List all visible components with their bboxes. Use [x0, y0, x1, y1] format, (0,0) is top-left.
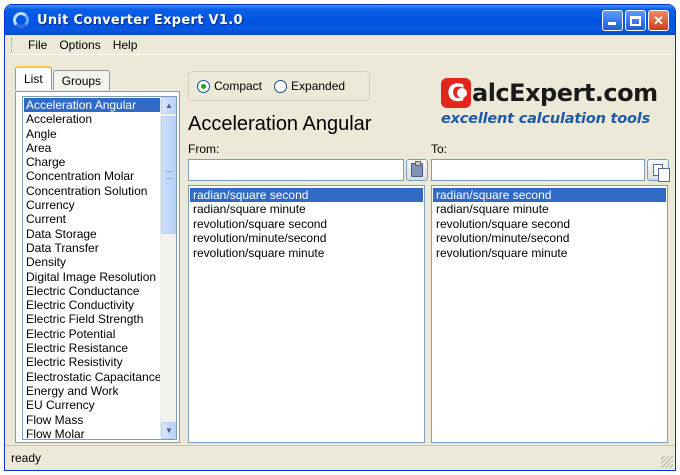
maximize-icon: [630, 15, 641, 26]
from-unit-item[interactable]: radian/square minute: [190, 202, 423, 216]
logo-wordmark: C alcExpert.com: [441, 78, 671, 108]
category-scrollbar[interactable]: ▲ ▼: [160, 97, 176, 439]
category-list-item[interactable]: EU Currency: [24, 398, 161, 412]
logo-c-mark: C: [441, 78, 471, 108]
calcexpert-logo[interactable]: C alcExpert.com excellent calculation to…: [441, 78, 671, 138]
to-unit-item[interactable]: revolution/minute/second: [433, 231, 666, 245]
minimize-icon: [608, 22, 616, 25]
from-label: From:: [188, 142, 220, 156]
category-list-item[interactable]: Flow Molar: [24, 427, 161, 439]
expanded-radio[interactable]: Expanded: [274, 79, 345, 93]
to-unit-item[interactable]: radian/square second: [433, 188, 666, 203]
category-list-item[interactable]: Concentration Molar: [24, 169, 161, 183]
category-list-item[interactable]: Electric Resistance: [24, 341, 161, 355]
category-list-item[interactable]: Electrostatic Capacitance: [24, 370, 161, 384]
category-list-item[interactable]: Current: [24, 212, 161, 226]
category-list-item[interactable]: Electric Field Strength: [24, 312, 161, 326]
title-bar[interactable]: Unit Converter Expert V1.0 ✕: [5, 5, 675, 35]
category-list-item[interactable]: Flow Mass: [24, 413, 161, 427]
tab-groups[interactable]: Groups: [52, 70, 111, 90]
compact-radio[interactable]: Compact: [197, 79, 262, 93]
window-title: Unit Converter Expert V1.0: [37, 12, 243, 28]
menu-options[interactable]: Options: [53, 38, 106, 52]
category-list-item[interactable]: Electric Conductance: [24, 284, 161, 298]
menu-grip: [11, 37, 14, 52]
compact-radio-label: Compact: [214, 79, 263, 93]
to-label: To:: [431, 142, 448, 156]
tab-list[interactable]: List: [15, 66, 52, 90]
radio-selected-dot: [201, 83, 206, 89]
chevron-down-icon: ▼: [165, 426, 173, 435]
copy-icon: [653, 164, 670, 182]
resize-grip[interactable]: [661, 456, 673, 468]
category-rows: Acceleration Angular Acceleration Angle Are…: [24, 98, 161, 439]
from-unit-rows: radian/square second radian/square minute…: [189, 186, 424, 260]
from-unit-item[interactable]: revolution/square minute: [190, 246, 423, 260]
menu-bar: File Options Help: [5, 35, 675, 55]
list-tab-panel: Acceleration Angular Acceleration Angle Are…: [15, 91, 180, 443]
to-unit-rows: radian/square second radian/square minute…: [432, 186, 667, 260]
expanded-radio-label: Expanded: [291, 79, 346, 93]
window-controls: ✕: [602, 10, 669, 31]
status-bar: ready: [5, 445, 675, 470]
from-unit-item[interactable]: revolution/square second: [190, 217, 423, 231]
category-list[interactable]: Acceleration Angular Acceleration Angle Are…: [22, 96, 177, 440]
category-list-item[interactable]: Acceleration: [24, 112, 161, 126]
menu-file[interactable]: File: [22, 38, 53, 52]
scroll-thumb[interactable]: [161, 116, 176, 234]
category-list-item[interactable]: Concentration Solution: [24, 184, 161, 198]
category-list-item[interactable]: Charge: [24, 155, 161, 169]
category-list-item[interactable]: Area: [24, 141, 161, 155]
compact-radio-circle: [197, 79, 210, 93]
category-list-item[interactable]: Electric Resistivity: [24, 355, 161, 369]
category-list-item[interactable]: Digital Image Resolution: [24, 270, 161, 284]
close-button[interactable]: ✕: [648, 10, 669, 31]
category-list-item[interactable]: Data Storage: [24, 227, 161, 241]
to-unit-item[interactable]: revolution/square minute: [433, 246, 666, 260]
category-list-item[interactable]: Electric Conductivity: [24, 298, 161, 312]
paste-icon: [411, 161, 423, 177]
chevron-up-icon: ▲: [165, 101, 173, 110]
close-icon: ✕: [653, 12, 664, 28]
category-list-item[interactable]: Currency: [24, 198, 161, 212]
tab-strip: List Groups: [15, 66, 111, 90]
thumb-grip: [166, 171, 173, 179]
category-list-item[interactable]: Data Transfer: [24, 241, 161, 255]
to-unit-list[interactable]: radian/square second radian/square minute…: [431, 185, 668, 443]
expanded-radio-circle: [274, 79, 288, 93]
logo-tagline: excellent calculation tools: [441, 111, 651, 127]
from-unit-item[interactable]: radian/square second: [190, 188, 423, 203]
from-value-input[interactable]: [188, 159, 404, 181]
to-unit-item[interactable]: radian/square minute: [433, 202, 666, 216]
category-list-item[interactable]: Density: [24, 255, 161, 269]
category-list-item[interactable]: Energy and Work: [24, 384, 161, 398]
category-title: Acceleration Angular: [188, 113, 372, 135]
status-text: ready: [11, 451, 42, 465]
maximize-button[interactable]: [625, 10, 646, 31]
from-unit-item[interactable]: revolution/minute/second: [190, 231, 423, 245]
to-unit-item[interactable]: revolution/square second: [433, 217, 666, 231]
scroll-down-button[interactable]: ▼: [161, 422, 176, 439]
logo-text: alcExpert.com: [472, 79, 658, 107]
paste-button[interactable]: [406, 159, 428, 181]
app-window: Unit Converter Expert V1.0 ✕ File Option…: [4, 4, 676, 471]
minimize-button[interactable]: [602, 10, 623, 31]
menu-help[interactable]: Help: [107, 38, 144, 52]
from-unit-list[interactable]: radian/square second radian/square minute…: [188, 185, 425, 443]
to-value-input[interactable]: [431, 159, 645, 181]
view-mode-group: Compact Expanded: [188, 71, 370, 101]
category-list-item[interactable]: Electric Potential: [24, 327, 161, 341]
scroll-up-button[interactable]: ▲: [161, 97, 176, 114]
app-icon: [13, 12, 29, 28]
category-list-item[interactable]: Angle: [24, 127, 161, 141]
copy-button[interactable]: [647, 159, 670, 182]
category-list-item[interactable]: Acceleration Angular: [24, 98, 161, 113]
